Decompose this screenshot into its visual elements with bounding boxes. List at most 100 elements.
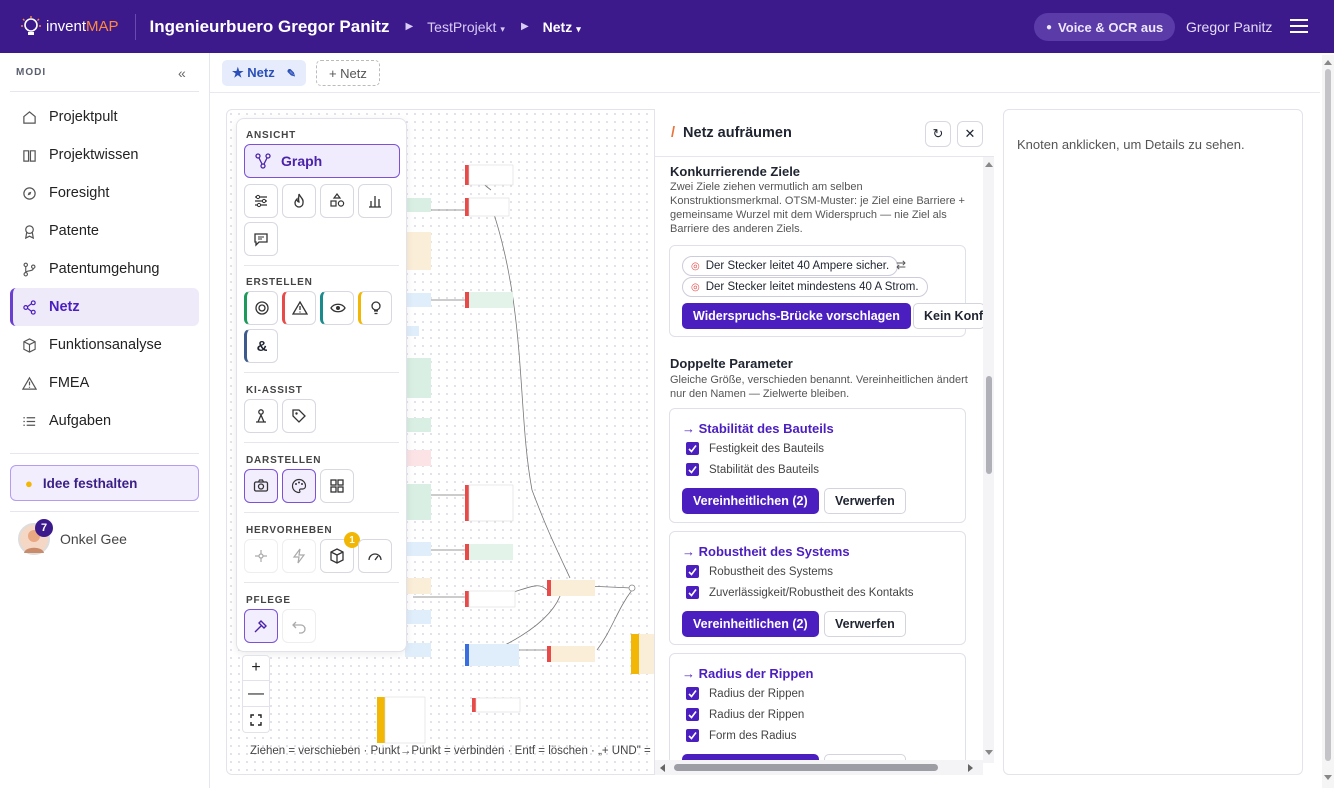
compass-icon	[23, 186, 36, 200]
undo-button[interactable]	[282, 609, 316, 643]
eye-icon	[330, 303, 346, 313]
highlight-cube-button[interactable]: 1	[320, 532, 360, 573]
panel-vertical-scrollbar[interactable]	[983, 157, 994, 763]
refresh-button[interactable]: ↻	[925, 121, 951, 147]
comments-button[interactable]	[244, 222, 278, 256]
target-icon: ◎	[691, 281, 700, 293]
contradiction-bridge-button[interactable]: Widerspruchs-Brücke vorschlagen	[682, 303, 911, 329]
goal-chip[interactable]: ◎ Der Stecker leitet mindestens 40 A Stro…	[682, 277, 928, 297]
unify-button[interactable]: Vereinheitlichen (2)	[682, 488, 819, 514]
graph-view-button[interactable]: Graph	[244, 144, 400, 178]
highlight-bolt-button[interactable]	[282, 539, 316, 573]
hub-icon	[255, 550, 267, 562]
details-empty-text: Knoten anklicken, um Details zu sehen.	[1017, 137, 1245, 152]
sidebar-item-aufgaben[interactable]: Aufgaben	[10, 402, 199, 440]
ki-suggest-button[interactable]	[244, 399, 278, 433]
param-checkbox[interactable]: Stabilität des Bauteils	[686, 463, 819, 476]
section-erstellen: ERSTELLEN	[246, 277, 313, 288]
breadcrumb-module[interactable]: Netz ▾	[543, 19, 581, 35]
collapse-icon[interactable]: «	[178, 65, 186, 81]
stats-button[interactable]	[358, 184, 392, 218]
swap-icon[interactable]: ⇄	[896, 258, 906, 272]
mic-icon: ●	[1046, 21, 1053, 33]
add-observation-button[interactable]	[320, 291, 354, 325]
sidebar-item-projektwissen[interactable]: Projektwissen	[10, 136, 199, 174]
tab-netz[interactable]: ★ Netz ✎	[222, 60, 306, 86]
param-checkbox[interactable]: Zuverlässigkeit/Robustheit des Kontakts	[686, 586, 914, 599]
company-name[interactable]: Ingenieurbuero Gregor Panitz	[150, 17, 390, 37]
filter-button[interactable]	[244, 184, 278, 218]
edit-icon[interactable]: ✎	[287, 67, 296, 80]
cleanup-panel: / Netz aufräumen ↻ ✕ Konkurrierende Ziel…	[654, 109, 994, 775]
broom-icon: /	[671, 124, 676, 141]
section-darstellen: DARSTELLEN	[246, 455, 322, 466]
bolt-icon	[292, 548, 306, 564]
sidebar-item-patentumgehung[interactable]: Patentumgehung	[10, 250, 199, 288]
add-goal-button[interactable]	[244, 291, 278, 325]
add-idea-button[interactable]	[358, 291, 392, 325]
add-and-button[interactable]: &	[244, 329, 278, 363]
tool-palette: ANSICHT Graph ERSTELLEN & KI-ASSIST DARS…	[236, 118, 407, 652]
book-icon	[23, 149, 36, 162]
checkbox-checked-icon	[686, 565, 699, 578]
sidebar-item-patente[interactable]: Patente	[10, 212, 199, 250]
branch-icon	[23, 262, 36, 276]
shapes-button[interactable]	[320, 184, 354, 218]
conflict-card: ◎ Der Stecker leitet 40 Ampere sicher. ⇄ …	[669, 245, 985, 337]
menu-icon[interactable]	[1290, 19, 1308, 33]
duplicates-description: Gleiche Größe, verschieden benannt. Vere…	[670, 374, 968, 400]
sidebar-item-netz[interactable]: Netz	[10, 288, 199, 326]
highlight-gauge-button[interactable]	[358, 539, 392, 573]
goal-chip[interactable]: ◎ Der Stecker leitet 40 Ampere sicher.	[682, 256, 899, 276]
checkbox-checked-icon	[686, 729, 699, 742]
conflict-title: Konkurrierende Ziele	[670, 164, 801, 179]
sidebar-item-projektpult[interactable]: Projektpult	[10, 98, 199, 136]
lightbulb-icon: ●	[25, 475, 33, 491]
zoom-in-button[interactable]: +	[242, 655, 270, 681]
ki-tag-button[interactable]	[282, 399, 316, 433]
close-button[interactable]: ✕	[957, 121, 983, 147]
voice-ocr-toggle[interactable]: ● Voice & OCR aus	[1034, 13, 1176, 41]
person-pin-icon	[256, 409, 266, 423]
page-scrollbar[interactable]	[1322, 55, 1334, 788]
breadcrumb-arrow-icon: ▶	[520, 21, 529, 32]
avatar: 7	[18, 519, 53, 555]
discard-button[interactable]: Verwerfen	[824, 611, 906, 637]
add-problem-button[interactable]	[282, 291, 316, 325]
idea-button[interactable]: ● Idee festhalten	[10, 465, 199, 501]
theme-button[interactable]	[282, 469, 316, 503]
panel-horizontal-scrollbar[interactable]	[655, 760, 983, 775]
logo[interactable]: inventMAP	[20, 15, 119, 39]
discard-button[interactable]: Verwerfen	[824, 488, 906, 514]
user-name: Onkel Gee	[60, 531, 127, 547]
breadcrumb-project[interactable]: TestProjekt ▾	[427, 19, 505, 35]
param-checkbox[interactable]: Form des Radius	[686, 729, 797, 742]
fit-view-button[interactable]	[242, 707, 270, 733]
param-checkbox[interactable]: Festigkeit des Bauteils	[686, 442, 824, 455]
param-checkbox[interactable]: Radius der Rippen	[686, 687, 804, 700]
heatmap-button[interactable]	[282, 184, 316, 218]
level-badge: 7	[35, 519, 53, 537]
user-name[interactable]: Gregor Panitz	[1186, 19, 1272, 35]
palette-icon	[291, 478, 307, 494]
cube-icon	[23, 337, 36, 353]
sidebar-item-foresight[interactable]: Foresight	[10, 174, 199, 212]
user-info[interactable]: 7 Onkel Gee	[18, 519, 127, 555]
layout-button[interactable]	[320, 469, 354, 503]
add-tab-button[interactable]: + Netz	[315, 60, 380, 86]
cleanup-button[interactable]	[244, 609, 278, 643]
sidebar-item-funktionsanalyse[interactable]: Funktionsanalyse	[10, 326, 199, 364]
highlight-hub-button[interactable]	[244, 539, 278, 573]
snapshot-button[interactable]	[244, 469, 278, 503]
sidebar-item-fmea[interactable]: FMEA	[10, 364, 199, 402]
duplicate-group-card: → Radius der Rippen Radius der Rippen Ra…	[669, 653, 966, 775]
sidebar-nav: Projektpult Projektwissen Foresight Pate…	[10, 98, 199, 440]
zoom-out-button[interactable]: —	[242, 681, 270, 707]
hammer-icon	[254, 620, 267, 633]
unify-button[interactable]: Vereinheitlichen (2)	[682, 611, 819, 637]
comment-icon	[254, 233, 268, 247]
param-checkbox[interactable]: Radius der Rippen	[686, 708, 804, 721]
cube-icon	[330, 548, 344, 564]
param-checkbox[interactable]: Robustheit des Systems	[686, 565, 833, 578]
no-conflict-button[interactable]: Kein Konf	[913, 303, 985, 329]
